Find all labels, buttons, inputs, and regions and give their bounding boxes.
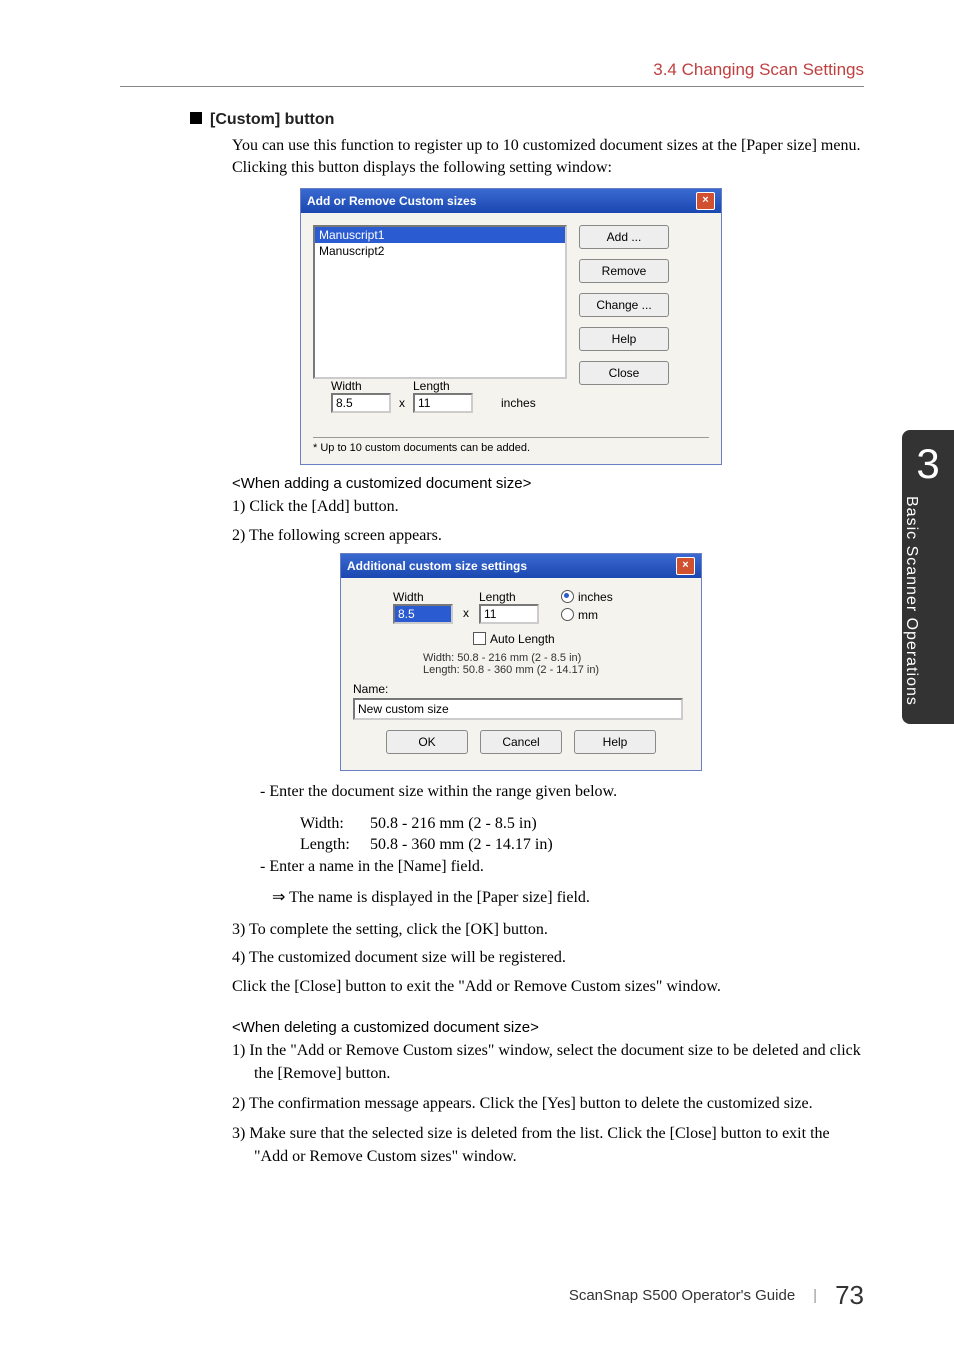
name-label: Name: [353,682,689,696]
unit-inches-label: inches [578,590,613,604]
ok-button[interactable]: OK [386,730,468,754]
header-rule [120,86,864,87]
size-listbox[interactable]: Manuscript1 Manuscript2 [313,225,567,379]
length-input[interactable] [413,393,473,413]
help-button[interactable]: Help [574,730,656,754]
subsection-title: [Custom] button [190,111,864,129]
cancel-button[interactable]: Cancel [480,730,562,754]
dialog-title: Additional custom size settings [347,559,527,573]
width-range-value: 50.8 - 216 mm (2 - 8.5 in) [370,815,537,832]
footer-separator: | [813,1287,817,1304]
name-input[interactable] [353,698,683,720]
help-button[interactable]: Help [579,327,669,351]
intro-paragraph: You can use this function to register up… [232,135,864,178]
chapter-tab: 3 Basic Scanner Operations [902,430,954,724]
change-button[interactable]: Change ... [579,293,669,317]
length-input[interactable] [479,604,539,624]
list-item[interactable]: Manuscript2 [315,243,565,259]
times-label: x [399,396,405,413]
close-button[interactable]: Close [579,361,669,385]
unit-label: inches [481,396,536,413]
range-intro: - Enter the document size within the ran… [260,781,864,803]
adding-heading: <When adding a customized document size> [232,475,864,492]
page-footer: ScanSnap S500 Operator's Guide | 73 [569,1280,864,1311]
width-range-label: Width: [300,813,370,835]
adding-step3: 3) To complete the setting, click the [O… [232,919,864,941]
length-range-value: 50.8 - 360 mm (2 - 14.17 in) [370,836,553,853]
dialog-titlebar: Add or Remove Custom sizes × [301,189,721,213]
width-range-hint: Width: 50.8 - 216 mm (2 - 8.5 in) [423,652,689,664]
deleting-step1: 1) In the "Add or Remove Custom sizes" w… [232,1040,864,1085]
adding-step1: 1) Click the [Add] button. [232,496,864,518]
unit-mm-label: mm [578,608,598,622]
additional-settings-dialog: Additional custom size settings × Width … [340,553,702,771]
page-number: 73 [835,1280,864,1311]
length-label: Length [413,379,473,393]
deleting-step2: 2) The confirmation message appears. Cli… [232,1093,864,1115]
deleting-heading: <When deleting a customized document siz… [232,1019,864,1036]
radio-inches[interactable] [561,590,574,603]
width-input[interactable] [393,604,453,624]
auto-length-label: Auto Length [490,632,555,646]
bullet-square-icon [190,112,202,124]
name-instruction: - Enter a name in the [Name] field. [260,856,864,878]
adding-step2: 2) The following screen appears. [232,525,864,547]
length-range-label: Length: [300,834,370,856]
times-label: x [463,590,469,620]
chapter-label: Basic Scanner Operations [902,496,920,706]
length-label: Length [479,590,539,604]
dialog-title: Add or Remove Custom sizes [307,194,476,208]
close-icon[interactable]: × [676,557,695,575]
close-icon[interactable]: × [696,192,715,210]
add-remove-dialog: Add or Remove Custom sizes × Manuscript1… [300,188,722,465]
list-item[interactable]: Manuscript1 [315,227,565,243]
width-label: Width [331,379,391,393]
dialog-footnote: * Up to 10 custom documents can be added… [313,437,709,464]
section-header: 3.4 Changing Scan Settings [120,60,864,80]
name-result: ⇒ The name is displayed in the [Paper si… [272,887,864,909]
auto-length-checkbox[interactable] [473,632,486,645]
radio-mm[interactable] [561,608,574,621]
remove-button[interactable]: Remove [579,259,669,283]
subsection-title-text: [Custom] button [210,111,334,128]
width-input[interactable] [331,393,391,413]
length-range-hint: Length: 50.8 - 360 mm (2 - 14.17 in) [423,664,689,676]
dialog-titlebar: Additional custom size settings × [341,554,701,578]
add-button[interactable]: Add ... [579,225,669,249]
adding-step4: 4) The customized document size will be … [232,947,864,969]
deleting-step3: 3) Make sure that the selected size is d… [232,1123,864,1168]
chapter-number: 3 [902,440,954,488]
guide-name: ScanSnap S500 Operator's Guide [569,1287,795,1304]
width-label: Width [393,590,453,604]
close-instruction: Click the [Close] button to exit the "Ad… [232,976,864,998]
